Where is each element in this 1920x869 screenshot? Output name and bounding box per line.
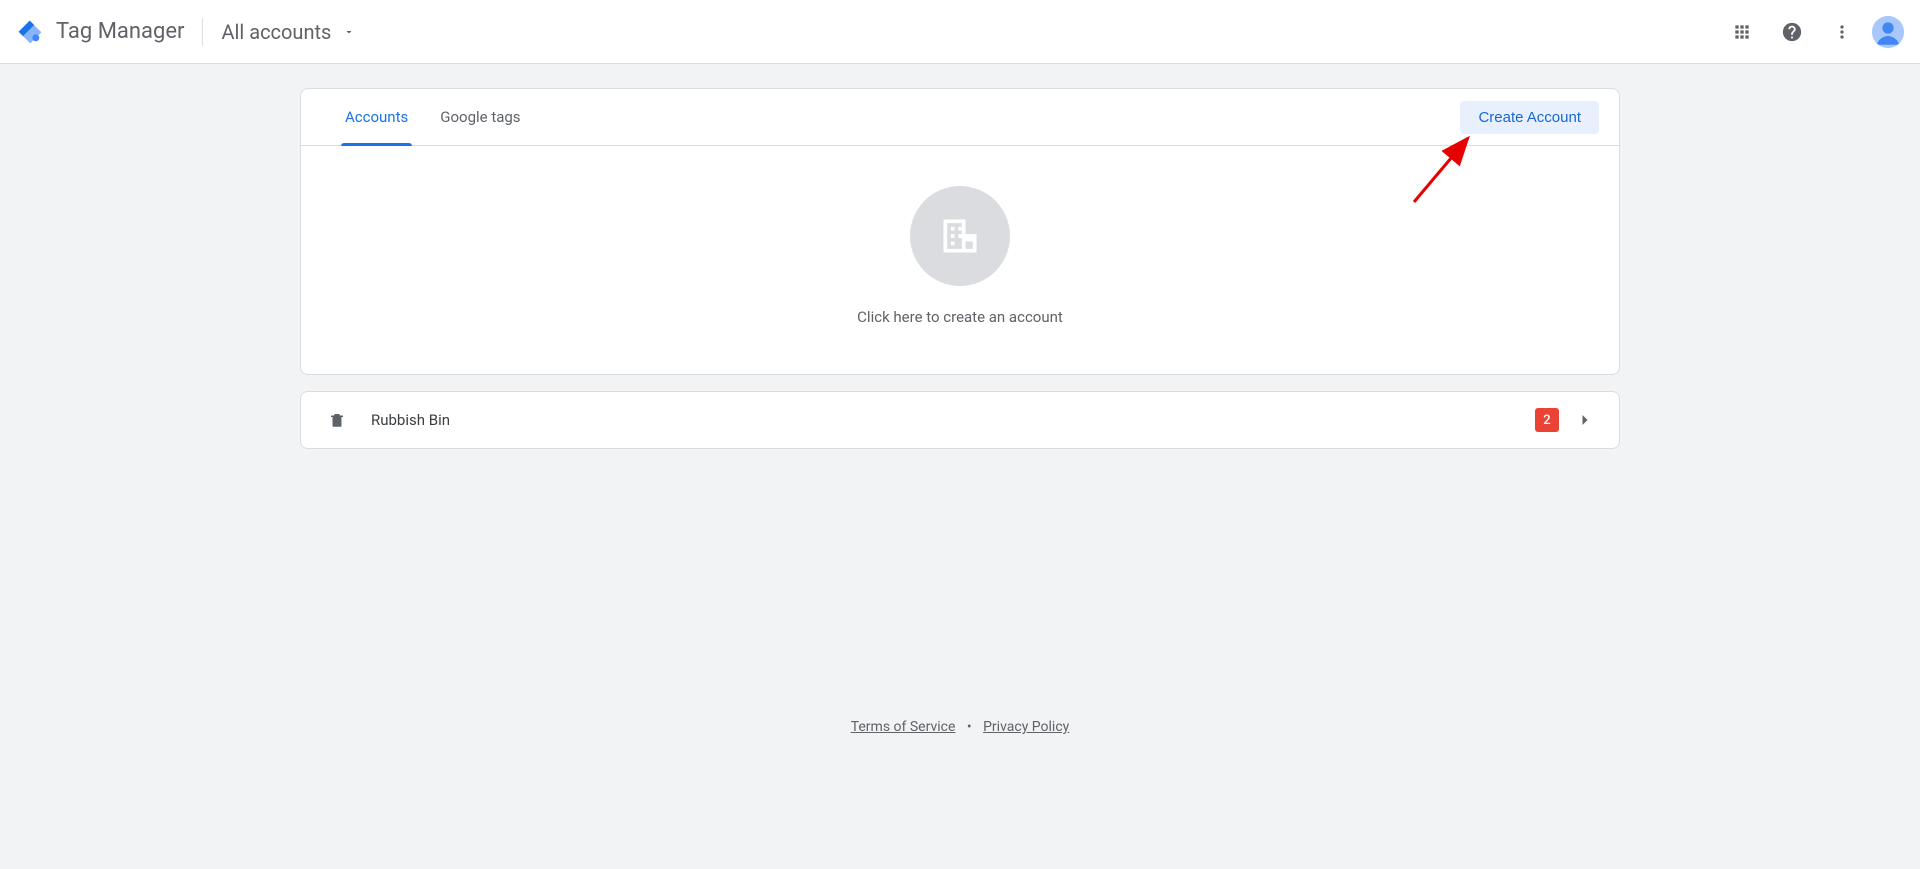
rubbish-bin-label: Rubbish Bin (371, 411, 450, 429)
breadcrumb-switcher[interactable]: All accounts (221, 20, 355, 44)
trash-icon (325, 411, 349, 429)
accounts-card: Accounts Google tags Create Account Clic… (300, 88, 1620, 375)
tab-accounts[interactable]: Accounts (341, 89, 412, 145)
help-icon[interactable] (1772, 12, 1812, 52)
rubbish-bin-card: Rubbish Bin 2 (300, 391, 1620, 449)
app-header: Tag Manager All accounts (0, 0, 1920, 64)
logo-wrap: Tag Manager (16, 18, 184, 46)
footer: Terms of Service • Privacy Policy (300, 719, 1620, 735)
header-divider (202, 18, 203, 46)
privacy-policy-link[interactable]: Privacy Policy (983, 719, 1069, 735)
rubbish-bin-row[interactable]: Rubbish Bin 2 (301, 392, 1619, 448)
chevron-right-icon (1575, 410, 1595, 430)
breadcrumb-label: All accounts (221, 20, 331, 44)
more-vert-icon[interactable] (1822, 12, 1862, 52)
chevron-down-icon (343, 26, 355, 38)
tab-google-tags[interactable]: Google tags (436, 89, 524, 145)
rubbish-bin-count-badge: 2 (1535, 408, 1559, 432)
create-account-button[interactable]: Create Account (1460, 101, 1599, 134)
empty-state-text[interactable]: Click here to create an account (857, 308, 1063, 326)
footer-separator: • (967, 719, 972, 735)
tag-manager-logo-icon (16, 18, 44, 46)
header-actions (1722, 12, 1904, 52)
tabs-row: Accounts Google tags Create Account (301, 89, 1619, 146)
tab-accounts-label: Accounts (345, 108, 408, 126)
building-icon (910, 186, 1010, 286)
apps-icon[interactable] (1722, 12, 1762, 52)
empty-state: Click here to create an account (301, 146, 1619, 374)
product-title: Tag Manager (56, 19, 184, 44)
page-body: Accounts Google tags Create Account Clic… (0, 64, 1920, 869)
account-avatar[interactable] (1872, 16, 1904, 48)
tab-google-tags-label: Google tags (440, 108, 520, 126)
terms-of-service-link[interactable]: Terms of Service (851, 719, 956, 735)
